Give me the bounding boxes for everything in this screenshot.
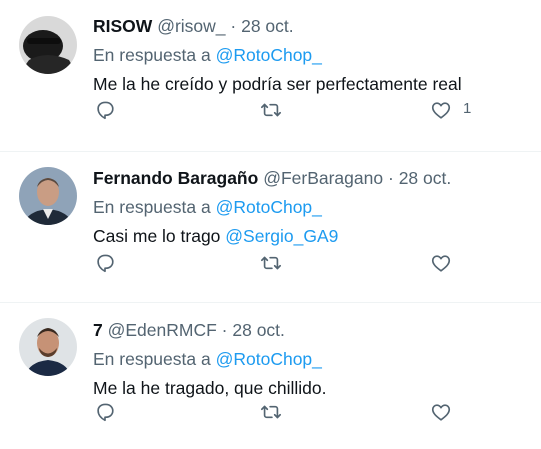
tweet-text-body: Casi me lo trago	[93, 226, 221, 246]
separator: ·	[221, 320, 228, 340]
avatar[interactable]	[19, 318, 77, 376]
reply-icon	[97, 101, 114, 120]
tweet-actions	[93, 400, 533, 424]
author-handle[interactable]: @FerBaragano	[263, 168, 383, 188]
reply-to-link[interactable]: @RotoChop_	[216, 197, 322, 217]
author-name[interactable]: 7	[93, 320, 103, 340]
mention-link[interactable]: @Sergio_GA9	[225, 226, 338, 246]
retweet-button[interactable]	[259, 251, 283, 275]
tweet-content: Fernando Baragaño @FerBaragano · 28 oct.…	[93, 165, 529, 249]
tweet-date[interactable]: 28 oct.	[241, 16, 294, 36]
tweet-item[interactable]: 7 @EdenRMCF · 28 oct. En respuesta a @Ro…	[0, 303, 541, 449]
tweet-content: RISOW @risow_ · 28 oct. En respuesta a @…	[93, 13, 529, 97]
reply-context: En respuesta a @RotoChop_	[93, 194, 529, 220]
tweet-date[interactable]: 28 oct.	[399, 168, 452, 188]
author-name[interactable]: Fernando Baragaño	[93, 168, 258, 188]
retweet-icon	[261, 103, 281, 117]
reply-context: En respuesta a @RotoChop_	[93, 346, 529, 372]
reply-to-link[interactable]: @RotoChop_	[216, 349, 322, 369]
like-icon	[431, 255, 451, 272]
like-icon	[431, 404, 451, 421]
tweet-text: Me la he tragado, que chillido.	[93, 378, 327, 398]
author-name[interactable]: RISOW	[93, 16, 152, 36]
tweet-item[interactable]: RISOW @risow_ · 28 oct. En respuesta a @…	[0, 0, 541, 152]
tweet-content: 7 @EdenRMCF · 28 oct. En respuesta a @Ro…	[93, 317, 529, 401]
like-button[interactable]	[429, 251, 453, 275]
reply-icon	[97, 403, 114, 422]
like-icon	[431, 102, 451, 119]
like-button[interactable]	[429, 98, 453, 122]
reply-icon	[97, 254, 114, 273]
tweet-actions	[93, 251, 533, 275]
author-handle[interactable]: @risow_	[157, 16, 225, 36]
reply-prefix: En respuesta a	[93, 349, 211, 369]
reply-button[interactable]	[93, 98, 117, 122]
tweet-text: Me la he creído y podría ser perfectamen…	[93, 74, 462, 94]
separator: ·	[387, 168, 394, 188]
author-handle[interactable]: @EdenRMCF	[108, 320, 217, 340]
like-button[interactable]	[429, 400, 453, 424]
avatar[interactable]	[19, 16, 77, 74]
avatar[interactable]	[19, 167, 77, 225]
like-count[interactable]: 1	[463, 100, 471, 117]
tweet-date[interactable]: 28 oct.	[232, 320, 285, 340]
tweet-header: RISOW @risow_ · 28 oct.	[93, 13, 529, 39]
reply-context: En respuesta a @RotoChop_	[93, 42, 529, 68]
retweet-button[interactable]	[259, 98, 283, 122]
tweet-header: 7 @EdenRMCF · 28 oct.	[93, 317, 529, 343]
tweet-actions: 1	[93, 98, 533, 122]
reply-button[interactable]	[93, 400, 117, 424]
separator: ·	[230, 16, 237, 36]
reply-prefix: En respuesta a	[93, 45, 211, 65]
reply-prefix: En respuesta a	[93, 197, 211, 217]
tweet-item[interactable]: Fernando Baragaño @FerBaragano · 28 oct.…	[0, 152, 541, 303]
tweet-text: Casi me lo trago @Sergio_GA9	[93, 223, 529, 249]
retweet-icon	[261, 256, 281, 270]
tweet-header: Fernando Baragaño @FerBaragano · 28 oct.	[93, 165, 529, 191]
reply-to-link[interactable]: @RotoChop_	[216, 45, 322, 65]
retweet-icon	[261, 405, 281, 419]
reply-button[interactable]	[93, 251, 117, 275]
retweet-button[interactable]	[259, 400, 283, 424]
